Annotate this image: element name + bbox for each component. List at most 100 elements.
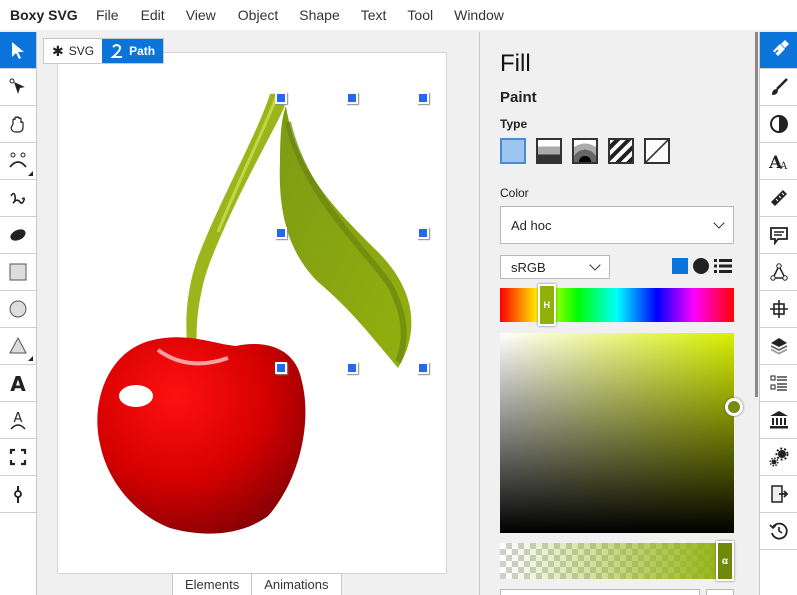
paint-type-group	[500, 138, 670, 164]
gears-icon	[769, 447, 789, 467]
app-title: Boxy SVG	[10, 7, 78, 23]
color-value-input[interactable]	[500, 589, 700, 595]
square-mode-icon[interactable]	[672, 258, 688, 274]
color-source-value: Ad hoc	[511, 217, 552, 233]
saturation-brightness-picker[interactable]	[500, 333, 743, 533]
select-tool[interactable]	[0, 32, 36, 69]
bezier-tool[interactable]	[0, 143, 36, 180]
paint-type-solid[interactable]	[500, 138, 526, 164]
paint-type-radial-gradient[interactable]	[572, 138, 598, 164]
color-space-value: sRGB	[511, 259, 546, 275]
paint-type-linear-gradient[interactable]	[536, 138, 562, 164]
export-panel-button[interactable]	[760, 476, 797, 513]
blob-icon	[10, 229, 26, 241]
tab-elements[interactable]: Elements	[173, 574, 251, 595]
canvas-area[interactable]: ✱ SVG Path Elements Animations	[38, 32, 478, 595]
breadcrumb-label: Path	[129, 44, 156, 58]
alpha-slider[interactable]: α	[500, 541, 734, 581]
hand-icon	[10, 116, 24, 133]
circle-mode-icon[interactable]	[693, 258, 709, 274]
stroke-panel-button[interactable]	[760, 69, 797, 106]
menu-file[interactable]: File	[96, 7, 119, 23]
paint-type-none[interactable]	[644, 138, 670, 164]
defs-panel-button[interactable]	[760, 439, 797, 476]
hue-slider-thumb[interactable]: H	[537, 284, 556, 326]
freehand-tool[interactable]	[0, 180, 36, 217]
geometry-panel-button[interactable]	[760, 180, 797, 217]
freehand-icon	[10, 192, 26, 204]
list-mode-icon[interactable]	[714, 258, 732, 274]
menu-window[interactable]: Window	[454, 7, 504, 23]
path-icon	[110, 44, 123, 58]
transform-panel-button[interactable]	[760, 254, 797, 291]
layers-panel-button[interactable]	[760, 328, 797, 365]
typography-panel-button[interactable]: AA	[760, 143, 797, 180]
edit-tool[interactable]	[0, 69, 36, 106]
selection-handle-right[interactable]	[417, 227, 429, 239]
bottom-tabs: Elements Animations	[172, 573, 342, 595]
layers-icon	[770, 338, 788, 355]
menu-text[interactable]: Text	[361, 7, 387, 23]
crop-tool[interactable]	[0, 439, 36, 476]
history-panel-button[interactable]	[760, 513, 797, 550]
menu-shape[interactable]: Shape	[299, 7, 339, 23]
alpha-slider-thumb[interactable]: α	[716, 541, 734, 581]
selection-handle-top[interactable]	[346, 92, 358, 104]
right-toolbar: AA	[759, 32, 797, 595]
comment-panel-button[interactable]	[760, 217, 797, 254]
color-source-select[interactable]: Ad hoc	[500, 206, 734, 244]
text-path-tool[interactable]: A	[0, 402, 36, 439]
selection-handle-top-right[interactable]	[417, 92, 429, 104]
fill-panel-button[interactable]	[760, 32, 797, 69]
menu-bar: Boxy SVG File Edit View Object Shape Tex…	[0, 0, 797, 30]
compositing-panel-button[interactable]	[760, 106, 797, 143]
elements-panel-button[interactable]	[760, 365, 797, 402]
menu-tool[interactable]: Tool	[407, 7, 433, 23]
library-panel-button[interactable]	[760, 402, 797, 439]
paint-bucket-icon	[773, 40, 789, 56]
rectangle-icon	[9, 263, 27, 281]
chevron-down-icon	[589, 259, 601, 271]
menu-view[interactable]: View	[186, 7, 216, 23]
selection-handle-left[interactable]	[275, 227, 287, 239]
selection-handle-bottom-right[interactable]	[417, 362, 429, 374]
selection-handle-top-left[interactable]	[275, 92, 287, 104]
panel-scrollbar[interactable]	[755, 32, 758, 397]
hue-slider[interactable]: H	[500, 284, 734, 326]
breadcrumb: ✱ SVG Path	[43, 38, 165, 64]
ellipse-icon	[9, 300, 27, 318]
menu-object[interactable]: Object	[238, 7, 278, 23]
blob-tool[interactable]	[0, 217, 36, 254]
document-page[interactable]	[57, 52, 447, 574]
svg-text:A: A	[779, 161, 788, 171]
picker-view-modes	[672, 258, 732, 274]
arrange-panel-button[interactable]	[760, 291, 797, 328]
section-title: Paint	[500, 89, 537, 106]
pan-tool[interactable]	[0, 106, 36, 143]
left-toolbar: A A	[0, 32, 37, 595]
breadcrumb-path[interactable]: Path	[102, 39, 164, 63]
ruler-icon	[771, 190, 787, 206]
none-slash-icon	[646, 140, 668, 162]
alpha-value-input[interactable]	[706, 589, 734, 595]
list-icon	[770, 375, 787, 391]
triangle-tool[interactable]	[0, 328, 36, 365]
breadcrumb-svg[interactable]: ✱ SVG	[44, 39, 102, 63]
ellipse-tool[interactable]	[0, 291, 36, 328]
type-label: Type	[500, 117, 528, 131]
color-space-select[interactable]: sRGB	[500, 255, 610, 279]
rectangle-tool[interactable]	[0, 254, 36, 291]
frame-icon	[9, 448, 27, 466]
color-picker-thumb[interactable]	[725, 398, 743, 416]
selection-handle-bottom-left[interactable]	[275, 362, 287, 374]
tab-animations[interactable]: Animations	[251, 574, 340, 595]
menu-edit[interactable]: Edit	[141, 7, 165, 23]
arrow-pointer-icon	[12, 42, 24, 59]
submenu-indicator	[28, 356, 33, 361]
text-tool[interactable]: A	[0, 365, 36, 402]
paint-type-pattern[interactable]	[608, 138, 634, 164]
gradient-tool[interactable]	[0, 476, 36, 513]
selection-handle-bottom[interactable]	[346, 362, 358, 374]
panel-title: Fill	[500, 50, 531, 77]
export-icon	[771, 485, 789, 503]
